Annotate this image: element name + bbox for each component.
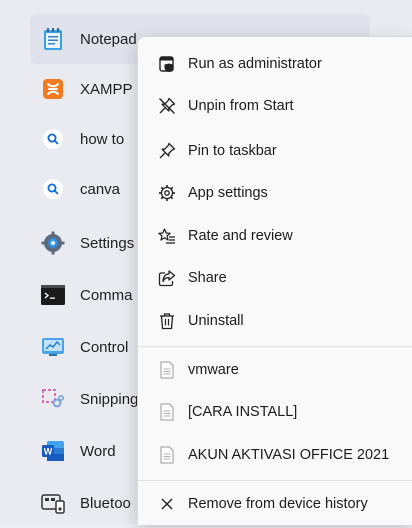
word-icon: W bbox=[40, 438, 66, 464]
menu-label-app-settings: App settings bbox=[188, 185, 268, 201]
menu-divider bbox=[138, 480, 412, 481]
menu-label-rate-and-review: Rate and review bbox=[188, 228, 293, 244]
app-label-control-panel: Control bbox=[80, 338, 129, 356]
recent-file-label: AKUN AKTIVASI OFFICE 2021 bbox=[188, 447, 390, 463]
notepad-icon bbox=[40, 26, 66, 52]
settings-gear-icon bbox=[40, 230, 66, 256]
menu-label-unpin-from-start: Unpin from Start bbox=[188, 98, 294, 114]
search-icon bbox=[40, 126, 66, 152]
menu-item-unpin-from-start[interactable]: Unpin from Start bbox=[138, 85, 412, 127]
menu-item-share[interactable]: Share bbox=[138, 257, 412, 299]
recent-file-vmware[interactable]: vmware bbox=[138, 349, 412, 391]
menu-item-run-as-administrator[interactable]: Run as administrator bbox=[138, 43, 412, 85]
share-icon bbox=[158, 269, 176, 287]
app-label-word: Word bbox=[80, 442, 116, 460]
recent-file-label: [CARA INSTALL] bbox=[188, 404, 298, 420]
pin-icon bbox=[158, 142, 176, 160]
menu-label-run-as-administrator: Run as administrator bbox=[188, 56, 322, 72]
app-label-bluetooth: Bluetoo bbox=[80, 494, 131, 512]
app-label-how-to: how to bbox=[80, 130, 125, 148]
menu-divider bbox=[138, 346, 412, 347]
menu-item-remove-from-device-history[interactable]: Remove from device history bbox=[138, 483, 412, 525]
close-icon bbox=[158, 495, 176, 513]
app-label-settings: Settings bbox=[80, 234, 135, 252]
command-prompt-icon bbox=[40, 282, 66, 308]
context-menu: Run as administrator Unpin from Start Pi… bbox=[137, 36, 412, 525]
app-label-command-prompt: Comma bbox=[80, 286, 133, 304]
bluetooth-file-transfer-icon bbox=[40, 490, 66, 516]
menu-item-uninstall[interactable]: Uninstall bbox=[138, 300, 412, 342]
recent-file-label: vmware bbox=[188, 362, 239, 378]
recent-file-akun-aktivasi-office[interactable]: AKUN AKTIVASI OFFICE 2021 bbox=[138, 434, 412, 476]
document-icon bbox=[158, 361, 176, 379]
app-label-notepad: Notepad bbox=[80, 30, 137, 48]
svg-text:W: W bbox=[44, 447, 53, 457]
gear-icon bbox=[158, 184, 176, 202]
unpin-icon bbox=[158, 97, 176, 115]
app-label-snipping-tool: Snipping bbox=[80, 390, 139, 408]
app-label-xampp: XAMPP bbox=[80, 80, 133, 98]
menu-label-uninstall: Uninstall bbox=[188, 313, 244, 329]
document-icon bbox=[158, 403, 176, 421]
snipping-tool-icon bbox=[40, 386, 66, 412]
star-list-icon bbox=[158, 227, 176, 245]
xampp-icon bbox=[40, 76, 66, 102]
menu-label-share: Share bbox=[188, 270, 227, 286]
search-icon bbox=[40, 176, 66, 202]
trash-icon bbox=[158, 312, 176, 330]
menu-item-app-settings[interactable]: App settings bbox=[138, 172, 412, 214]
menu-label-remove-from-device-history: Remove from device history bbox=[188, 496, 368, 512]
recent-file-cara-install[interactable]: [CARA INSTALL] bbox=[138, 391, 412, 433]
menu-item-rate-and-review[interactable]: Rate and review bbox=[138, 215, 412, 257]
control-panel-icon bbox=[40, 334, 66, 360]
app-label-canva: canva bbox=[80, 180, 121, 198]
document-icon bbox=[158, 446, 176, 464]
menu-item-pin-to-taskbar[interactable]: Pin to taskbar bbox=[138, 130, 412, 172]
menu-label-pin-to-taskbar: Pin to taskbar bbox=[188, 143, 277, 159]
admin-shield-icon bbox=[158, 55, 176, 73]
